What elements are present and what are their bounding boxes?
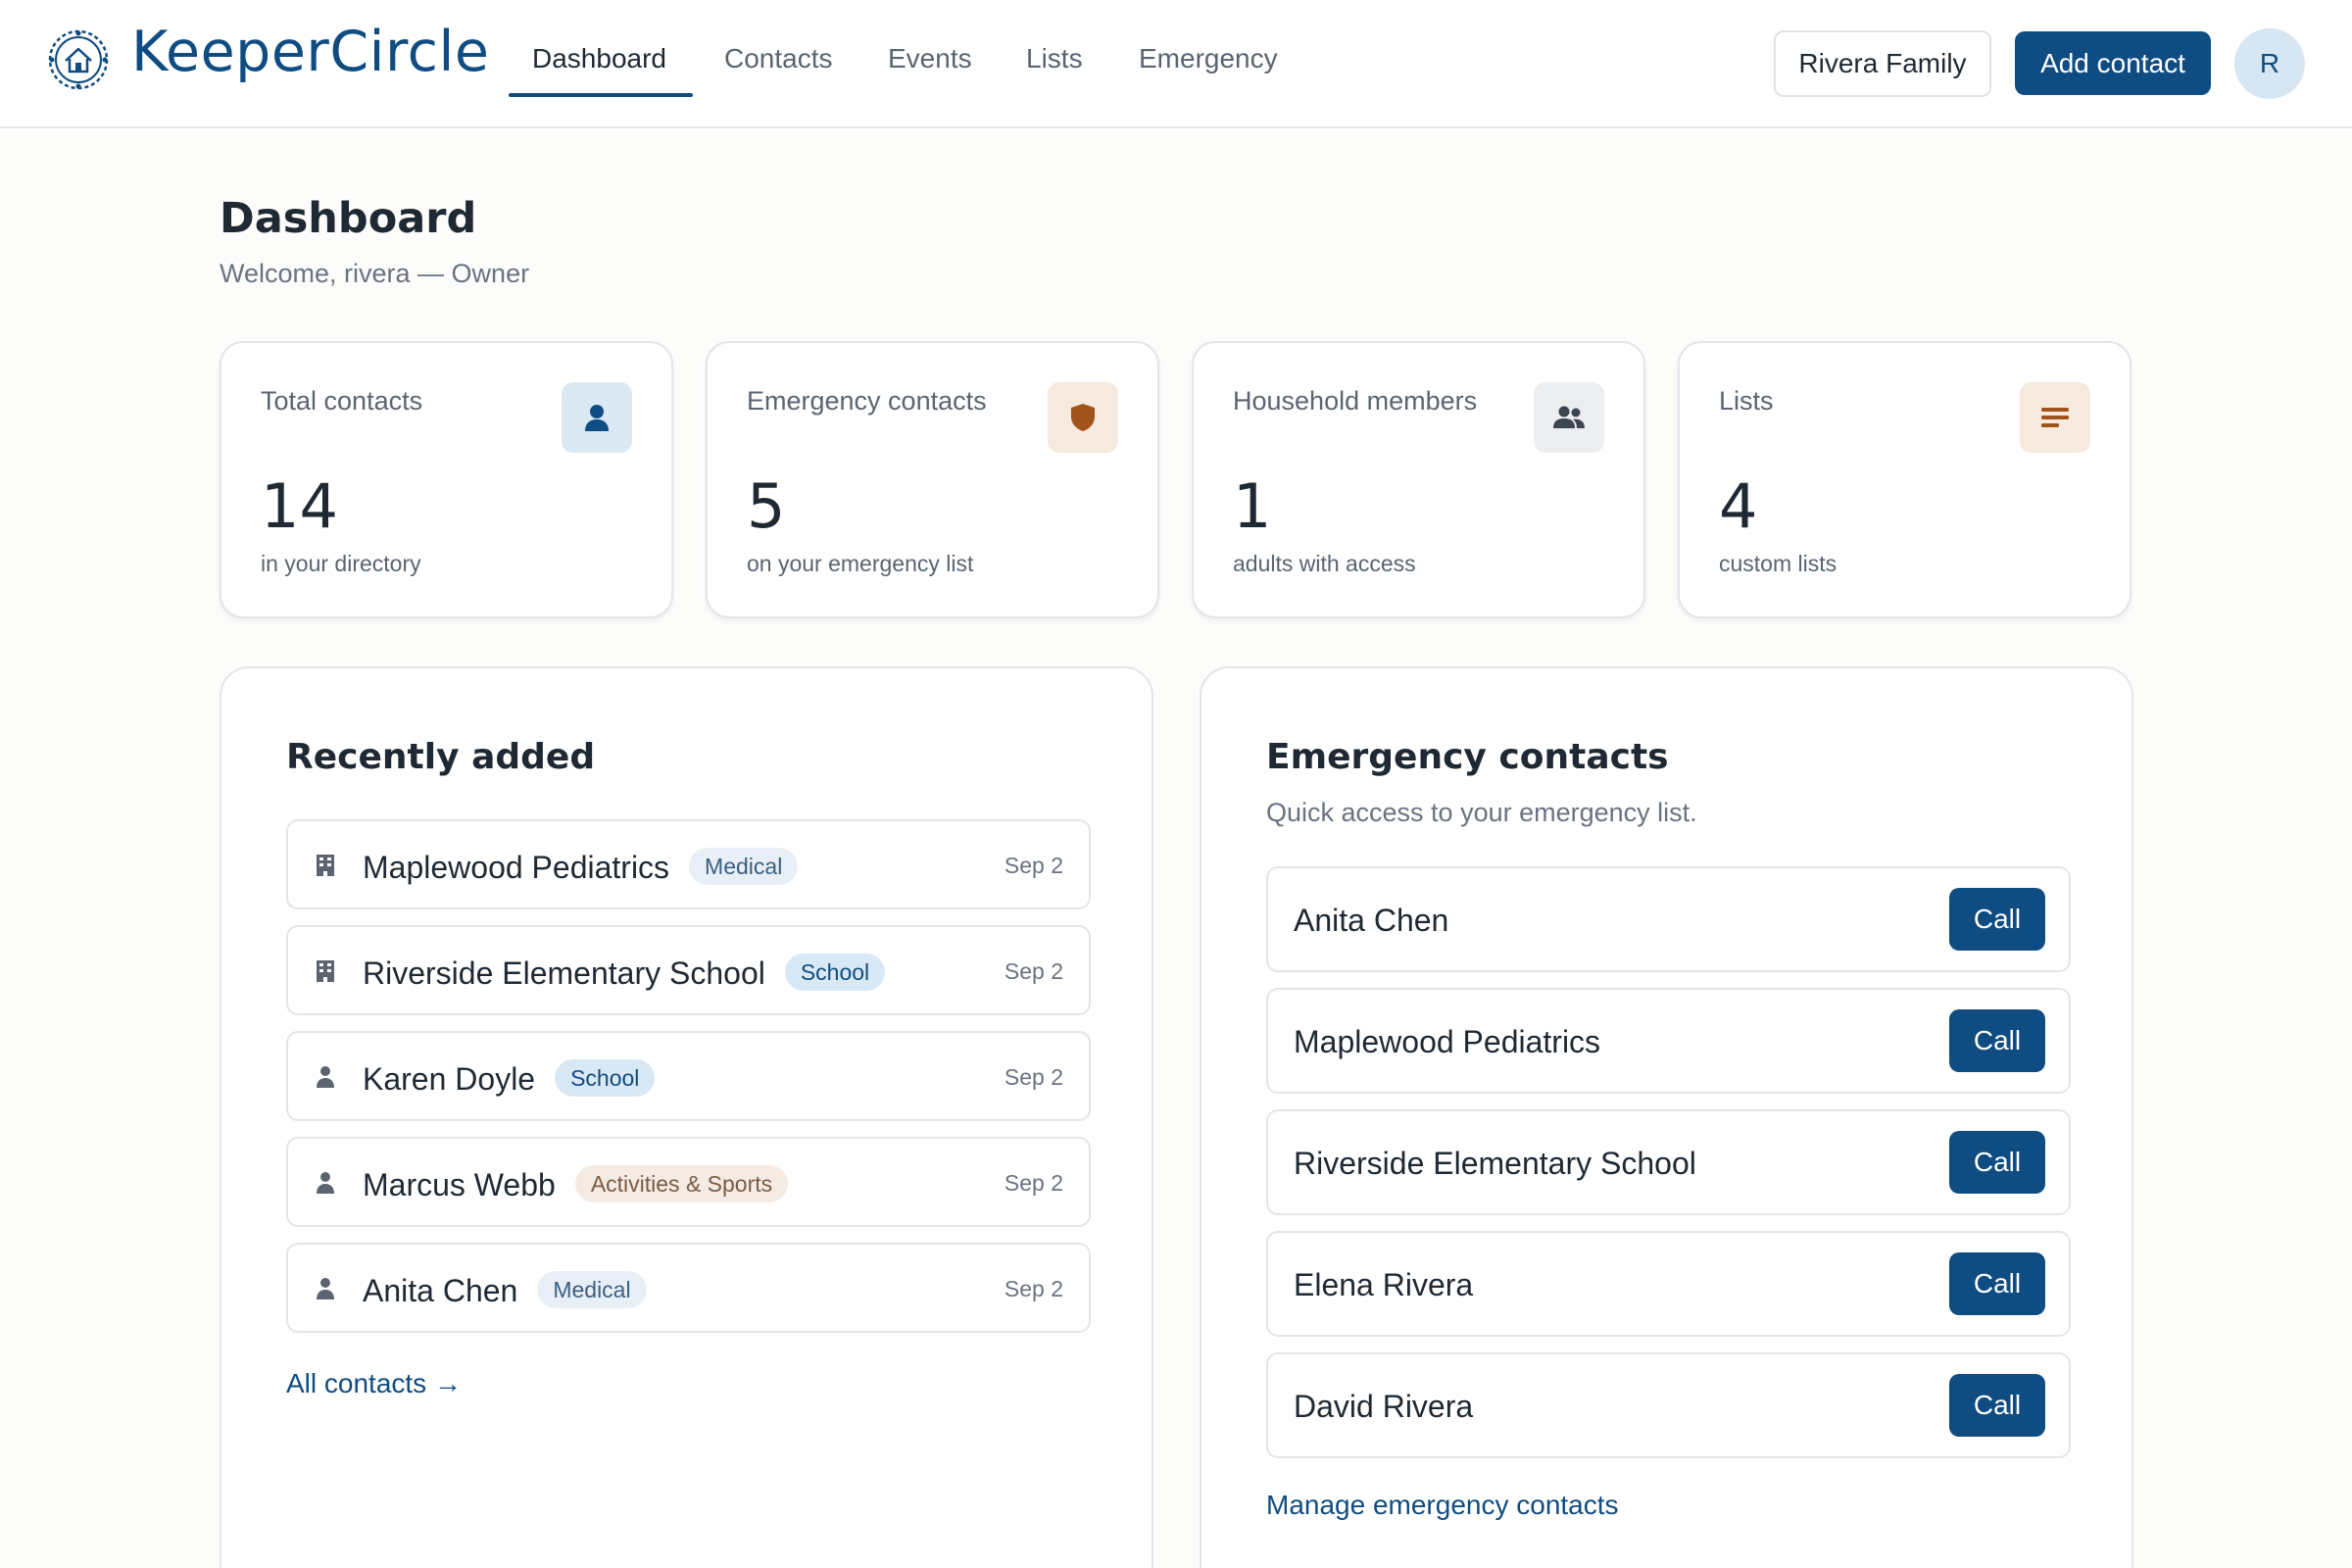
call-button[interactable]: Call <box>1949 1252 2045 1315</box>
shield-icon <box>1048 382 1118 453</box>
recent-contact-row[interactable]: Riverside Elementary School School Sep 2 <box>286 925 1091 1015</box>
contact-name: Marcus Webb Activities & Sports <box>363 1165 789 1203</box>
call-button[interactable]: Call <box>1949 1131 2045 1194</box>
call-button[interactable]: Call <box>1949 1374 2045 1437</box>
recently-added-list: Maplewood Pediatrics Medical Sep 2 Rivers… <box>286 819 1091 1348</box>
added-date: Sep 2 <box>1004 853 1063 878</box>
nav-tab-emergency[interactable]: Emergency <box>1139 43 1278 74</box>
emergency-contact-row: Maplewood Pediatrics Call <box>1266 988 2071 1094</box>
stat-value: 14 <box>261 470 338 542</box>
all-contacts-link[interactable]: All contacts → <box>286 1368 462 1399</box>
recently-added-title: Recently added <box>286 737 596 777</box>
stat-caption: custom lists <box>1719 551 1838 576</box>
added-date: Sep 2 <box>1004 1170 1063 1196</box>
category-tag: Medical <box>689 848 799 885</box>
call-button[interactable]: Call <box>1949 1009 2045 1072</box>
contact-name: Maplewood Pediatrics <box>1294 1024 1601 1059</box>
added-date: Sep 2 <box>1004 1276 1063 1301</box>
nav-tab-contacts[interactable]: Contacts <box>724 43 833 74</box>
stat-caption: adults with access <box>1233 551 1416 576</box>
added-date: Sep 2 <box>1004 1064 1063 1090</box>
stat-label: Emergency contacts <box>747 386 987 416</box>
brand-name[interactable]: KeeperCircle <box>131 20 489 84</box>
emergency-contact-row: Elena Rivera Call <box>1266 1231 2071 1337</box>
user-avatar[interactable]: R <box>2234 28 2305 99</box>
contact-name-text: Riverside Elementary School <box>363 956 765 991</box>
contact-name-text: Marcus Webb <box>363 1167 556 1202</box>
list-icon <box>2020 382 2090 453</box>
category-tag: Activities & Sports <box>574 1165 789 1202</box>
stat-label: Household members <box>1233 386 1478 416</box>
contact-name: Karen Doyle School <box>363 1059 656 1098</box>
recent-contact-row[interactable]: Karen Doyle School Sep 2 <box>286 1031 1091 1121</box>
stat-card-emergency-contacts: Emergency contacts 5 on your emergency l… <box>706 341 1159 618</box>
emergency-contacts-subtitle: Quick access to your emergency list. <box>1266 798 1697 827</box>
recent-contact-row[interactable]: Marcus Webb Activities & Sports Sep 2 <box>286 1137 1091 1227</box>
call-button[interactable]: Call <box>1949 888 2045 951</box>
emergency-contacts-list: Anita Chen Call Maplewood Pediatrics Cal… <box>1266 866 2071 1474</box>
person-icon <box>314 1170 337 1196</box>
building-icon <box>314 853 337 878</box>
emergency-contacts-title: Emergency contacts <box>1266 737 1669 777</box>
contact-name: Elena Rivera <box>1294 1267 1474 1302</box>
emergency-contact-row: Anita Chen Call <box>1266 866 2071 972</box>
person-icon <box>314 1276 337 1301</box>
category-tag: School <box>784 954 886 991</box>
emergency-contact-row: David Rivera Call <box>1266 1352 2071 1458</box>
nav-tab-events[interactable]: Events <box>888 43 972 74</box>
stat-value: 4 <box>1719 470 1758 542</box>
page-title: Dashboard <box>220 194 477 243</box>
contact-name: Anita Chen Medical <box>363 1271 647 1309</box>
stat-value: 5 <box>747 470 786 542</box>
stat-card-household-members: Household members 1 adults with access <box>1192 341 1645 618</box>
keepercircle-logo-icon[interactable] <box>46 27 111 92</box>
manage-emergency-contacts-link[interactable]: Manage emergency contacts <box>1266 1490 1619 1521</box>
recently-added-panel: Recently added Maplewood Pediatrics Medic… <box>220 666 1153 1568</box>
top-navigation-bar: KeeperCircle Dashboard Contacts Events L… <box>0 0 2352 128</box>
emergency-contacts-panel: Emergency contacts Quick access to your … <box>1200 666 2133 1568</box>
contact-name-text: Maplewood Pediatrics <box>363 850 670 885</box>
person-icon <box>314 1064 337 1090</box>
stat-value: 1 <box>1233 470 1272 542</box>
household-switcher-button[interactable]: Rivera Family <box>1774 30 1991 97</box>
people-icon <box>1534 382 1604 453</box>
active-tab-indicator <box>509 93 693 97</box>
welcome-subtitle: Welcome, rivera — Owner <box>220 259 530 288</box>
nav-tab-lists[interactable]: Lists <box>1026 43 1083 74</box>
recent-contact-row[interactable]: Maplewood Pediatrics Medical Sep 2 <box>286 819 1091 909</box>
emergency-contact-row: Riverside Elementary School Call <box>1266 1109 2071 1215</box>
contact-name: Maplewood Pediatrics Medical <box>363 848 799 886</box>
category-tag: School <box>555 1059 656 1097</box>
category-tag: Medical <box>537 1271 647 1308</box>
add-contact-button[interactable]: Add contact <box>2015 31 2211 95</box>
stat-caption: in your directory <box>261 551 421 576</box>
stat-card-total-contacts: Total contacts 14 in your directory <box>220 341 673 618</box>
stat-label: Total contacts <box>261 386 423 416</box>
contact-name: Anita Chen <box>1294 903 1449 938</box>
stat-caption: on your emergency list <box>747 551 974 576</box>
contact-name: Riverside Elementary School School <box>363 954 886 992</box>
contact-name-text: Karen Doyle <box>363 1061 536 1097</box>
contact-name: Riverside Elementary School <box>1294 1146 1696 1181</box>
stat-card-lists: Lists 4 custom lists <box>1678 341 2132 618</box>
contact-name: David Rivera <box>1294 1389 1474 1424</box>
stat-label: Lists <box>1719 386 1774 416</box>
person-icon <box>562 382 632 453</box>
building-icon <box>314 958 337 984</box>
nav-tab-dashboard[interactable]: Dashboard <box>532 43 666 74</box>
contact-name-text: Anita Chen <box>363 1273 518 1308</box>
added-date: Sep 2 <box>1004 958 1063 984</box>
recent-contact-row[interactable]: Anita Chen Medical Sep 2 <box>286 1243 1091 1333</box>
